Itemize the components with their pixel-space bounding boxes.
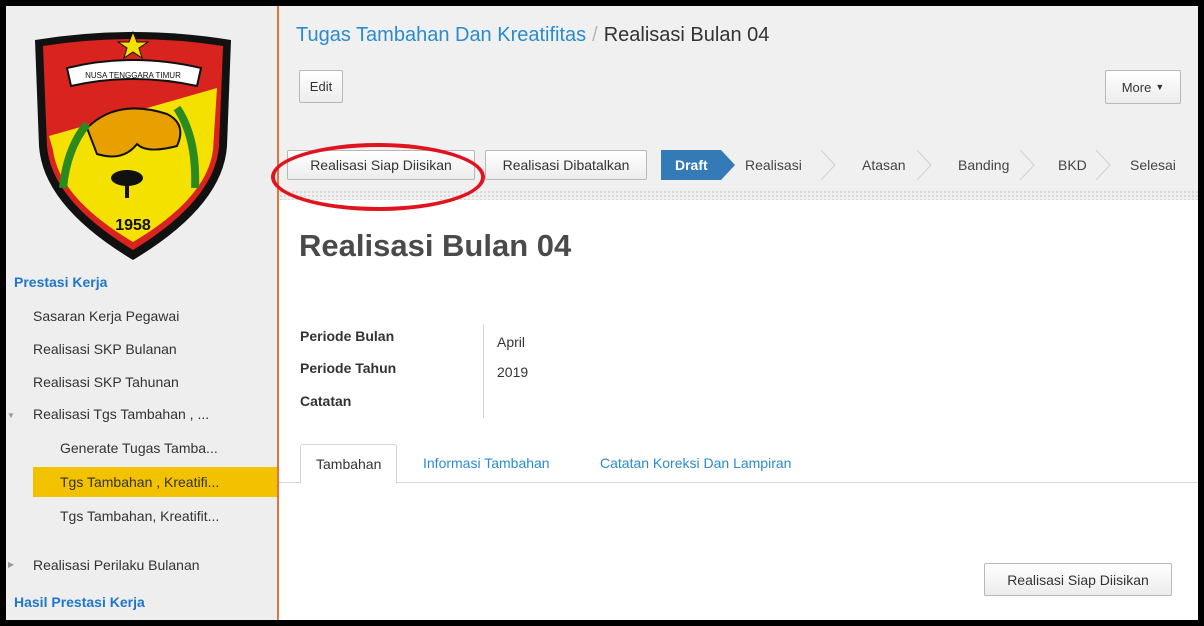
sidebar-item-sasaran-kerja-pegawai[interactable]: Sasaran Kerja Pegawai: [33, 308, 179, 324]
stage-realisasi[interactable]: Realisasi: [745, 150, 802, 180]
sidebar-section-prestasi-kerja[interactable]: Prestasi Kerja: [14, 274, 107, 290]
sidebar: NUSA TENGGARA TIMUR 1958 Prestasi Kerja …: [6, 6, 279, 620]
value-periode-bulan: April: [497, 334, 526, 350]
realisasi-siap-diisikan-bottom-button[interactable]: Realisasi Siap Diisikan: [984, 563, 1172, 596]
sidebar-item-realisasi-skp-bulanan[interactable]: Realisasi SKP Bulanan: [33, 341, 177, 357]
app-frame: NUSA TENGGARA TIMUR 1958 Prestasi Kerja …: [6, 6, 1198, 620]
sidebar-subitem-generate-tugas[interactable]: Generate Tugas Tamba...: [60, 440, 218, 456]
stage-atasan[interactable]: Atasan: [862, 150, 906, 180]
sidebar-section-hasil-prestasi-kerja[interactable]: Hasil Prestasi Kerja: [14, 594, 145, 610]
emblem-year: 1958: [115, 217, 151, 234]
breadcrumb-separator: /: [592, 24, 598, 46]
stage-bkd[interactable]: BKD: [1058, 150, 1087, 180]
caret-down-icon[interactable]: ▼: [7, 411, 15, 420]
record-title: Realisasi Bulan 04: [299, 228, 572, 263]
label-catatan: Catatan: [300, 393, 352, 409]
more-button-label: More: [1121, 79, 1152, 95]
tab-catatan-koreksi[interactable]: Catatan Koreksi Dan Lampiran: [600, 444, 791, 482]
button-label: Realisasi Siap Diisikan: [1007, 571, 1149, 588]
stage-draft-active[interactable]: Draft: [675, 150, 708, 180]
sidebar-subitem-tgs-tambahan-kreatifit[interactable]: Tgs Tambahan, Kreatifit...: [60, 508, 219, 524]
emblem-banner-text: NUSA TENGGARA TIMUR: [85, 71, 181, 80]
caret-down-icon: ▼: [1155, 82, 1165, 92]
sidebar-subitem-tgs-tambahan-active[interactable]: Tgs Tambahan , Kreatifi...: [33, 467, 277, 497]
tab-informasi-tambahan[interactable]: Informasi Tambahan: [423, 444, 550, 482]
sidebar-item-realisasi-perilaku[interactable]: Realisasi Perilaku Bulanan: [33, 557, 200, 573]
main-content: Tugas Tambahan Dan Kreatifitas / Realisasi…: [279, 6, 1198, 620]
divider: [279, 190, 1198, 200]
label-periode-bulan: Periode Bulan: [300, 328, 395, 344]
stage-selesai[interactable]: Selesai: [1130, 150, 1176, 180]
breadcrumb: Tugas Tambahan Dan Kreatifitas / Realisasi…: [296, 24, 769, 47]
province-emblem-logo: NUSA TENGGARA TIMUR 1958: [35, 30, 231, 260]
sidebar-subitem-label: Tgs Tambahan , Kreatifi...: [60, 474, 220, 490]
breadcrumb-current: Realisasi Bulan 04: [603, 24, 770, 46]
status-bar: Realisasi Siap Diisikan Realisasi Dibata…: [279, 140, 1198, 190]
edit-button[interactable]: Edit: [299, 70, 343, 103]
tab-tambahan[interactable]: Tambahan: [300, 444, 398, 484]
breadcrumb-parent-link[interactable]: Tugas Tambahan Dan Kreatifitas: [296, 24, 586, 46]
control-panel: Tugas Tambahan Dan Kreatifitas / Realisasi…: [279, 6, 1198, 200]
more-dropdown-button[interactable]: More ▼: [1105, 70, 1181, 104]
sidebar-item-realisasi-tgs-tambahan[interactable]: Realisasi Tgs Tambahan , ...: [33, 406, 209, 422]
value-periode-tahun: 2019: [497, 364, 529, 380]
caret-right-icon[interactable]: ▶: [8, 560, 14, 569]
edit-button-label: Edit: [309, 79, 333, 94]
field-divider: [483, 324, 484, 418]
stage-banding[interactable]: Banding: [958, 150, 1009, 180]
tabs-border: [279, 482, 1198, 483]
label-periode-tahun: Periode Tahun: [300, 360, 397, 376]
sidebar-item-realisasi-skp-tahunan[interactable]: Realisasi SKP Tahunan: [33, 374, 179, 390]
